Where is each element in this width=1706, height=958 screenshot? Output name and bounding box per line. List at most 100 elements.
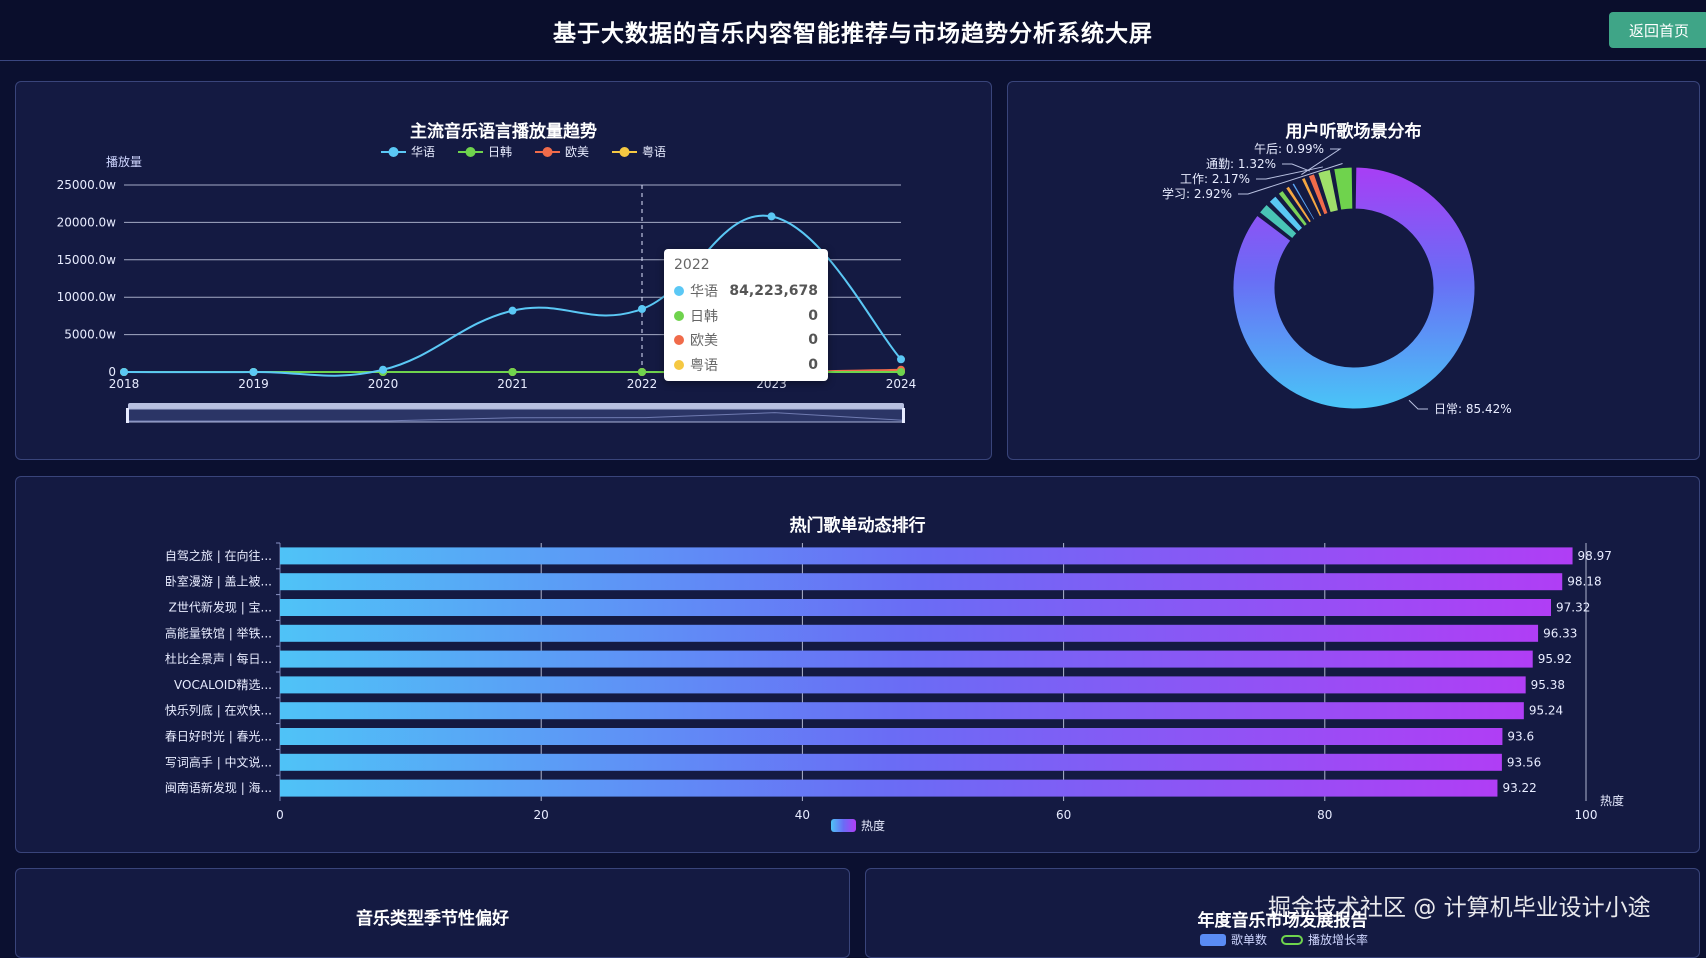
legend-item: 欧美 bbox=[535, 145, 589, 159]
y-tick-label: 20000.0w bbox=[57, 215, 117, 229]
bar bbox=[280, 728, 1503, 745]
home-button[interactable]: 返回首页 bbox=[1609, 12, 1706, 48]
legend-dot bbox=[465, 147, 476, 157]
x-axis-label: 热度 bbox=[1600, 793, 1624, 808]
y-category-label: 杜比全景声 | 每日... bbox=[165, 651, 272, 666]
bar-value-label: 97.32 bbox=[1556, 601, 1590, 615]
tooltip-name: 粤语 bbox=[690, 357, 718, 374]
legend-dot bbox=[388, 147, 399, 157]
bar bbox=[280, 624, 1539, 642]
x-tick-label: 2019 bbox=[238, 377, 269, 391]
x-tick-label: 60 bbox=[1056, 808, 1071, 822]
legend-item: 日韩 bbox=[458, 144, 512, 159]
tooltip-row-yue: 粤语 0 bbox=[674, 353, 818, 378]
line-chart-panel: 主流音乐语言播放量趋势 播放量 0 5000.0w 10000.0w 15000.0w 2… bbox=[15, 81, 992, 460]
annual-legend: 歌单数 播放增长率 bbox=[1200, 931, 1368, 948]
bar bbox=[280, 599, 1551, 616]
bar-value-label: 93.6 bbox=[1507, 730, 1534, 744]
x-tick-label: 2022 bbox=[627, 377, 658, 391]
watermark: 掘金技术社区 @ 计算机毕业设计小途 bbox=[1268, 895, 1651, 921]
y-tick-label: 5000.0w bbox=[64, 328, 116, 342]
line-chart-tooltip: 2022 华语 84,223,678 日韩 0 欧美 0 粤语 0 bbox=[664, 249, 828, 381]
pie-slice-label: 日常: 85.42% bbox=[1434, 402, 1512, 416]
zoom-handle-right bbox=[902, 408, 905, 423]
bar bbox=[280, 779, 1498, 797]
bar-value-label: 96.33 bbox=[1543, 626, 1577, 640]
bar-value-label: 95.92 bbox=[1538, 652, 1572, 666]
legend-label: 日韩 bbox=[488, 144, 512, 159]
tooltip-dot bbox=[674, 359, 684, 370]
data-point bbox=[249, 368, 258, 376]
legend-label: 歌单数 bbox=[1231, 933, 1268, 947]
data-point bbox=[897, 368, 905, 376]
x-tick-label: 2020 bbox=[368, 377, 399, 391]
tooltip-name: 欧美 bbox=[690, 333, 718, 350]
pie-slice-label: 通勤: 1.32% bbox=[1206, 157, 1276, 171]
x-tick-label: 2024 bbox=[886, 377, 917, 391]
y-tick-label: 25000.0w bbox=[57, 178, 117, 192]
y-tick-label: 10000.0w bbox=[57, 290, 117, 304]
x-tick-label: 0 bbox=[276, 808, 284, 822]
line-chart[interactable]: 播放量 0 5000.0w 10000.0w 15000.0w 20000.0w 25000… bbox=[16, 82, 991, 459]
bar-legend: 热度 bbox=[831, 818, 885, 833]
bar-value-label: 93.56 bbox=[1507, 755, 1541, 769]
tooltip-dot bbox=[674, 335, 684, 346]
legend-swatch bbox=[831, 819, 856, 832]
legend-label: 热度 bbox=[861, 818, 885, 833]
bar-value-label: 93.22 bbox=[1502, 781, 1536, 795]
pie-chart[interactable]: 日常: 85.42% 午后: 0.99%通勤: 1.32%工作: 2.17%学习:… bbox=[1008, 82, 1699, 459]
tooltip-value: 0 bbox=[808, 356, 818, 373]
tooltip-row-eu: 欧美 0 bbox=[674, 328, 818, 353]
y-tick-label: 15000.0w bbox=[57, 253, 117, 267]
bar-chart-panel: 热门歌单动态排行 0 20 40 60 80 100 热度 自驾之旅 | 在向往... 98.9… bbox=[15, 476, 1700, 853]
page-title: 基于大数据的音乐内容智能推荐与市场趋势分析系统大屏 bbox=[553, 21, 1153, 47]
bar bbox=[280, 702, 1524, 720]
legend-swatch-bar bbox=[1200, 933, 1226, 946]
pie-label-line bbox=[1282, 163, 1310, 172]
legend-dot bbox=[619, 147, 630, 157]
legend-label: 播放增长率 bbox=[1308, 933, 1369, 947]
bar-value-label: 98.97 bbox=[1578, 549, 1612, 563]
zoom-handle-left bbox=[126, 408, 129, 423]
tooltip-row-jk: 日韩 0 bbox=[674, 304, 818, 329]
pie-slice bbox=[1232, 166, 1476, 410]
bar bbox=[280, 547, 1573, 565]
data-point bbox=[508, 306, 517, 315]
pie-slice-label: 学习: 2.92% bbox=[1162, 186, 1232, 201]
pie-slice-label: 午后: 0.99% bbox=[1254, 142, 1324, 156]
data-point bbox=[897, 355, 905, 364]
y-category-label: 快乐列底 | 在欢快... bbox=[165, 703, 272, 718]
y-axis-label: 播放量 bbox=[106, 154, 142, 169]
legend-label: 粤语 bbox=[642, 144, 666, 159]
y-category-label: 写词高手 | 中文说... bbox=[165, 754, 272, 769]
y-category-label: 卧室漫游 | 盖上被... bbox=[165, 574, 272, 589]
legend-dot bbox=[542, 147, 553, 157]
bar-value-label: 98.18 bbox=[1567, 575, 1601, 589]
legend-swatch-line bbox=[1281, 934, 1304, 945]
header-bar: 基于大数据的音乐内容智能推荐与市场趋势分析系统大屏 返回首页 bbox=[0, 0, 1706, 61]
data-point bbox=[638, 305, 646, 314]
bar-value-label: 95.24 bbox=[1529, 704, 1563, 718]
zoom-slider-track bbox=[127, 408, 905, 423]
tooltip-title: 2022 bbox=[674, 257, 710, 273]
bar-value-label: 95.38 bbox=[1531, 678, 1565, 692]
y-category-label: 高能量铁馆 | 举铁... bbox=[165, 625, 272, 640]
x-tick-label: 80 bbox=[1317, 808, 1332, 822]
tooltip-value: 0 bbox=[808, 307, 818, 324]
data-point bbox=[767, 212, 776, 221]
tooltip-row-cn: 华语 84,223,678 bbox=[674, 279, 818, 304]
y-category-label: VOCALOID精选... bbox=[174, 678, 272, 692]
data-point bbox=[379, 365, 387, 374]
bar bbox=[280, 753, 1502, 771]
tooltip-value: 84,223,678 bbox=[729, 283, 818, 300]
data-point bbox=[120, 368, 128, 376]
legend-item: 华语 bbox=[381, 145, 435, 159]
bar bbox=[280, 573, 1563, 591]
pie-chart-panel: 用户听歌场景分布 日常: 85.42% 午后: 0.99% 通勤: 1.32% 工作:… bbox=[1007, 81, 1700, 460]
tooltip-dot bbox=[674, 286, 684, 297]
y-category-label: Z世代新发现 | 宝... bbox=[169, 600, 272, 615]
pie-label-line bbox=[1408, 399, 1428, 410]
data-point bbox=[638, 368, 646, 376]
bar-chart[interactable]: 0 20 40 60 80 100热度自驾之旅 | 在向往... 98.97卧室漫游 | 盖… bbox=[16, 477, 1699, 852]
x-tick-label: 2018 bbox=[109, 377, 140, 391]
